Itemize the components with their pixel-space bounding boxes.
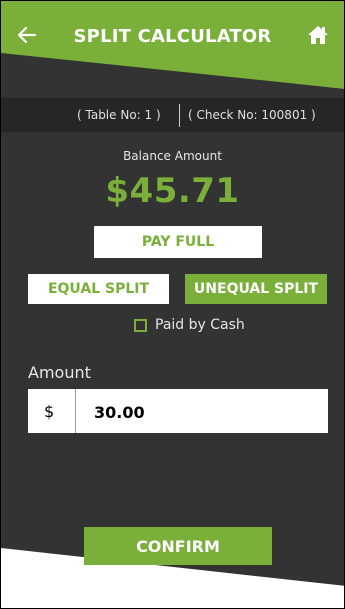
pay-full-button[interactable]: PAY FULL — [94, 226, 262, 258]
amount-label: Amount — [28, 363, 91, 382]
amount-field: $ — [28, 389, 328, 433]
table-check-info-bar: ( Table No: 1 ) ( Check No: 100801 ) — [1, 98, 344, 132]
home-icon[interactable] — [306, 23, 330, 47]
table-number: ( Table No: 1 ) — [77, 108, 161, 122]
amount-divider — [75, 389, 76, 433]
dark-background — [1, 51, 344, 586]
balance-amount: $45.71 — [105, 171, 240, 211]
paid-by-cash-label: Paid by Cash — [155, 317, 245, 333]
unequal-split-button[interactable]: UNEQUAL SPLIT — [185, 274, 327, 304]
paid-by-cash-option[interactable]: Paid by Cash — [134, 317, 245, 333]
screen-frame: SPLIT CALCULATOR ( Table No: 1 ) ( Check… — [0, 0, 345, 609]
info-divider — [179, 104, 180, 127]
page-title: SPLIT CALCULATOR — [73, 26, 272, 47]
currency-symbol: $ — [44, 402, 55, 421]
paid-by-cash-checkbox[interactable] — [134, 318, 147, 332]
confirm-button[interactable]: CONFIRM — [84, 527, 272, 565]
check-number: ( Check No: 100801 ) — [188, 108, 316, 122]
equal-split-button[interactable]: EQUAL SPLIT — [28, 274, 169, 304]
balance-label: Balance Amount — [123, 149, 222, 163]
amount-input[interactable] — [92, 397, 316, 427]
